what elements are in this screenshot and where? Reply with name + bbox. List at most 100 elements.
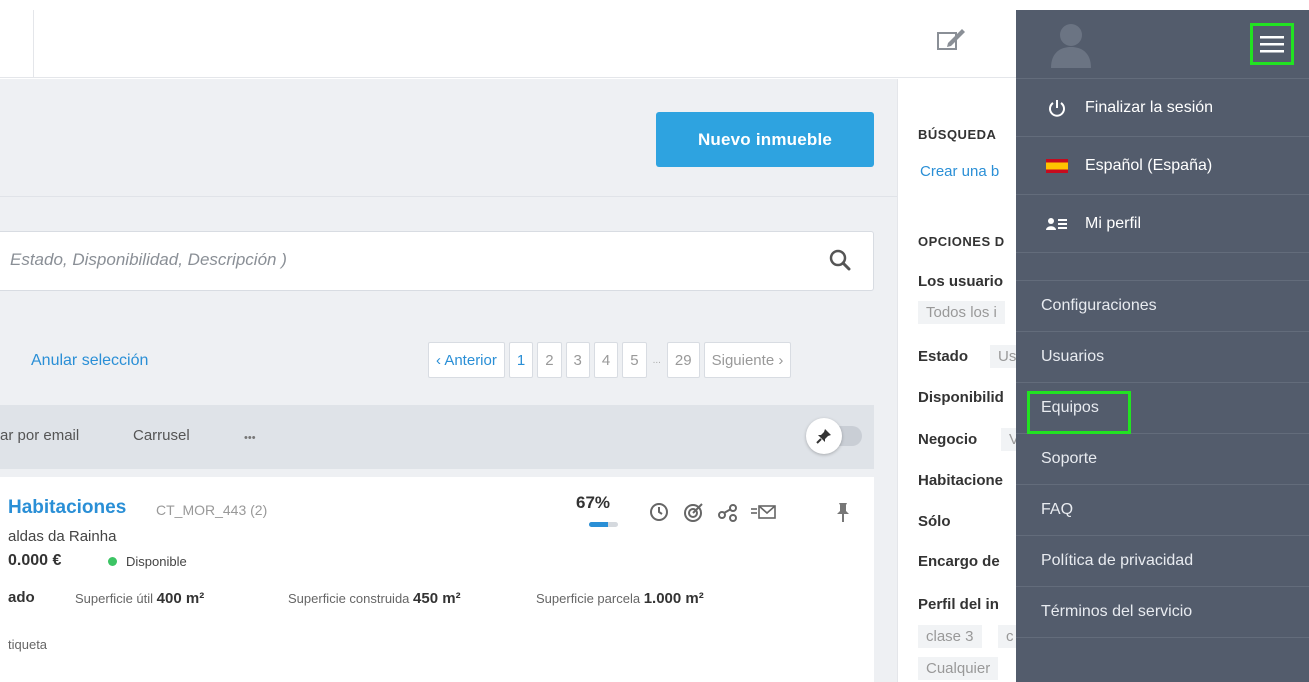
pagination-page-last[interactable]: 29 (666, 342, 700, 378)
pagination-page-4[interactable]: 4 (593, 342, 619, 378)
menu-support[interactable]: Soporte (1016, 433, 1309, 484)
business-filter-value[interactable]: V (1001, 428, 1017, 451)
menu-support-label: Soporte (1041, 450, 1098, 467)
pagination-page-5[interactable]: 5 (622, 342, 647, 378)
availability-dot (108, 557, 117, 566)
bulk-action-bar: ar por email Carrusel ••• (0, 405, 874, 469)
pagination-page-2[interactable]: 2 (537, 342, 562, 378)
any-chip[interactable]: Cualquier (918, 657, 999, 680)
property-location: aldas da Rainha (8, 528, 117, 545)
property-card[interactable]: Habitaciones CT_MOR_443 (2) aldas da Rai… (0, 477, 874, 682)
spec-useful-value: 400 m² (156, 590, 205, 607)
share-icon[interactable] (717, 501, 739, 523)
top-bar (0, 0, 1016, 78)
rooms-filter-label: Habitacione (918, 472, 1004, 489)
teams-highlight (1027, 391, 1131, 434)
spec-built-label: Superficie construida (288, 591, 410, 606)
profile-filter-label: Perfil del in (918, 596, 999, 613)
menu-language-label: Español (España) (1085, 156, 1213, 174)
assignment-filter-label: Encargo de (918, 553, 1000, 570)
menu-logout[interactable]: Finalizar la sesión (1016, 78, 1309, 136)
menu-profile-label: Mi perfil (1085, 214, 1142, 232)
more-actions-button[interactable]: ••• (244, 432, 256, 444)
avatar[interactable] (1049, 20, 1093, 68)
options-heading: OPCIONES D (918, 234, 1005, 249)
spec-useful-label: Superficie útil (75, 591, 154, 606)
create-search-link[interactable]: Crear una b (920, 163, 999, 180)
completeness-percent: 67% (576, 493, 611, 512)
menu-terms[interactable]: Términos del servicio (1016, 586, 1309, 637)
menu-faq-label: FAQ (1041, 501, 1074, 518)
menu-divider (1016, 637, 1309, 638)
new-property-button[interactable]: Nuevo inmueble (656, 112, 874, 167)
menu-privacy[interactable]: Política de privacidad (1016, 535, 1309, 586)
profile-card-icon (1046, 213, 1068, 235)
pin-property-icon[interactable] (832, 501, 854, 523)
spec-built-value: 450 m² (413, 590, 461, 607)
main-content: Nuevo inmueble Estado, Disponibilidad, D… (0, 79, 897, 682)
search-input[interactable]: Estado, Disponibilidad, Descripción ) (0, 231, 874, 291)
menu-language[interactable]: Español (España) (1016, 136, 1309, 194)
menu-settings-label: Configuraciones (1041, 297, 1157, 314)
menu-terms-label: Términos del servicio (1041, 603, 1193, 620)
spec-useful: Superficie útil 400 m² (75, 590, 204, 607)
menu-faq[interactable]: FAQ (1016, 484, 1309, 535)
topbar-divider (33, 10, 34, 78)
state-filter-label: Estado (918, 348, 969, 365)
property-status: Disponible (126, 554, 187, 569)
menu-users-label: Usuarios (1041, 348, 1105, 365)
completeness-bar (589, 522, 618, 527)
property-tag[interactable]: tiqueta (8, 637, 47, 652)
users-filter-value[interactable]: Todos los i (918, 301, 1005, 324)
menu-spacer (1016, 252, 1309, 280)
spain-flag-icon (1046, 155, 1068, 177)
property-state: ado (8, 589, 35, 606)
menu-users[interactable]: Usuarios (1016, 331, 1309, 382)
pin-toggle[interactable] (806, 418, 862, 454)
menu-privacy-label: Política de privacidad (1041, 552, 1194, 569)
pin-icon (816, 429, 831, 444)
toggle-knob (806, 418, 842, 454)
send-mail-icon[interactable] (750, 501, 776, 523)
send-by-email-action[interactable]: ar por email (0, 427, 79, 444)
menu-settings[interactable]: Configuraciones (1016, 280, 1309, 331)
spec-plot: Superficie parcela 1.000 m² (536, 590, 704, 607)
only-filter-label: Sólo (918, 513, 951, 530)
clock-icon[interactable] (648, 501, 670, 523)
property-title[interactable]: Habitaciones (8, 497, 126, 519)
target-icon[interactable] (683, 501, 705, 523)
pagination-page-3[interactable]: 3 (565, 342, 590, 378)
edit-icon[interactable] (936, 27, 966, 53)
carousel-action[interactable]: Carrusel (133, 427, 190, 444)
spec-plot-value: 1.000 m² (643, 590, 704, 607)
menu-logout-label: Finalizar la sesión (1085, 98, 1214, 116)
property-code: CT_MOR_443 (2) (156, 502, 268, 518)
menu-header (1016, 10, 1309, 78)
availability-filter-label: Disponibilid (918, 389, 1004, 406)
business-filter-label: Negocio (918, 431, 978, 448)
clear-selection-link[interactable]: Anular selección (31, 352, 148, 370)
profile-chip-second[interactable]: c (998, 625, 1017, 648)
user-dropdown-menu: Finalizar la sesión Español (España) Mi … (1016, 10, 1309, 682)
page-header: Nuevo inmueble (0, 79, 897, 197)
power-icon (1046, 97, 1068, 119)
pagination-prev[interactable]: ‹ Anterior (428, 342, 505, 378)
spec-built: Superficie construida 450 m² (288, 590, 461, 607)
profile-chip-class3[interactable]: clase 3 (918, 625, 982, 648)
completeness-fill (589, 522, 609, 527)
hamburger-menu-button[interactable] (1250, 23, 1294, 65)
property-price: 0.000 € (8, 552, 62, 569)
pagination-page-1[interactable]: 1 (508, 342, 534, 378)
spec-plot-label: Superficie parcela (536, 591, 641, 606)
users-filter-label: Los usuario (918, 273, 1004, 290)
filter-panel: BÚSQUEDA Crear una b OPCIONES D Los usua… (897, 79, 1017, 682)
search-placeholder: Estado, Disponibilidad, Descripción ) (10, 250, 287, 269)
pagination-ellipsis: ... (652, 354, 661, 366)
state-filter-value[interactable]: Us (990, 345, 1017, 368)
hamburger-icon (1260, 36, 1284, 53)
pagination-next[interactable]: Siguiente › (703, 342, 792, 378)
search-heading: BÚSQUEDA (918, 127, 997, 142)
search-icon[interactable] (829, 249, 851, 271)
menu-profile[interactable]: Mi perfil (1016, 194, 1309, 252)
pagination: ‹ Anterior 1 2 3 4 5 ... 29 Siguiente › (428, 342, 792, 378)
